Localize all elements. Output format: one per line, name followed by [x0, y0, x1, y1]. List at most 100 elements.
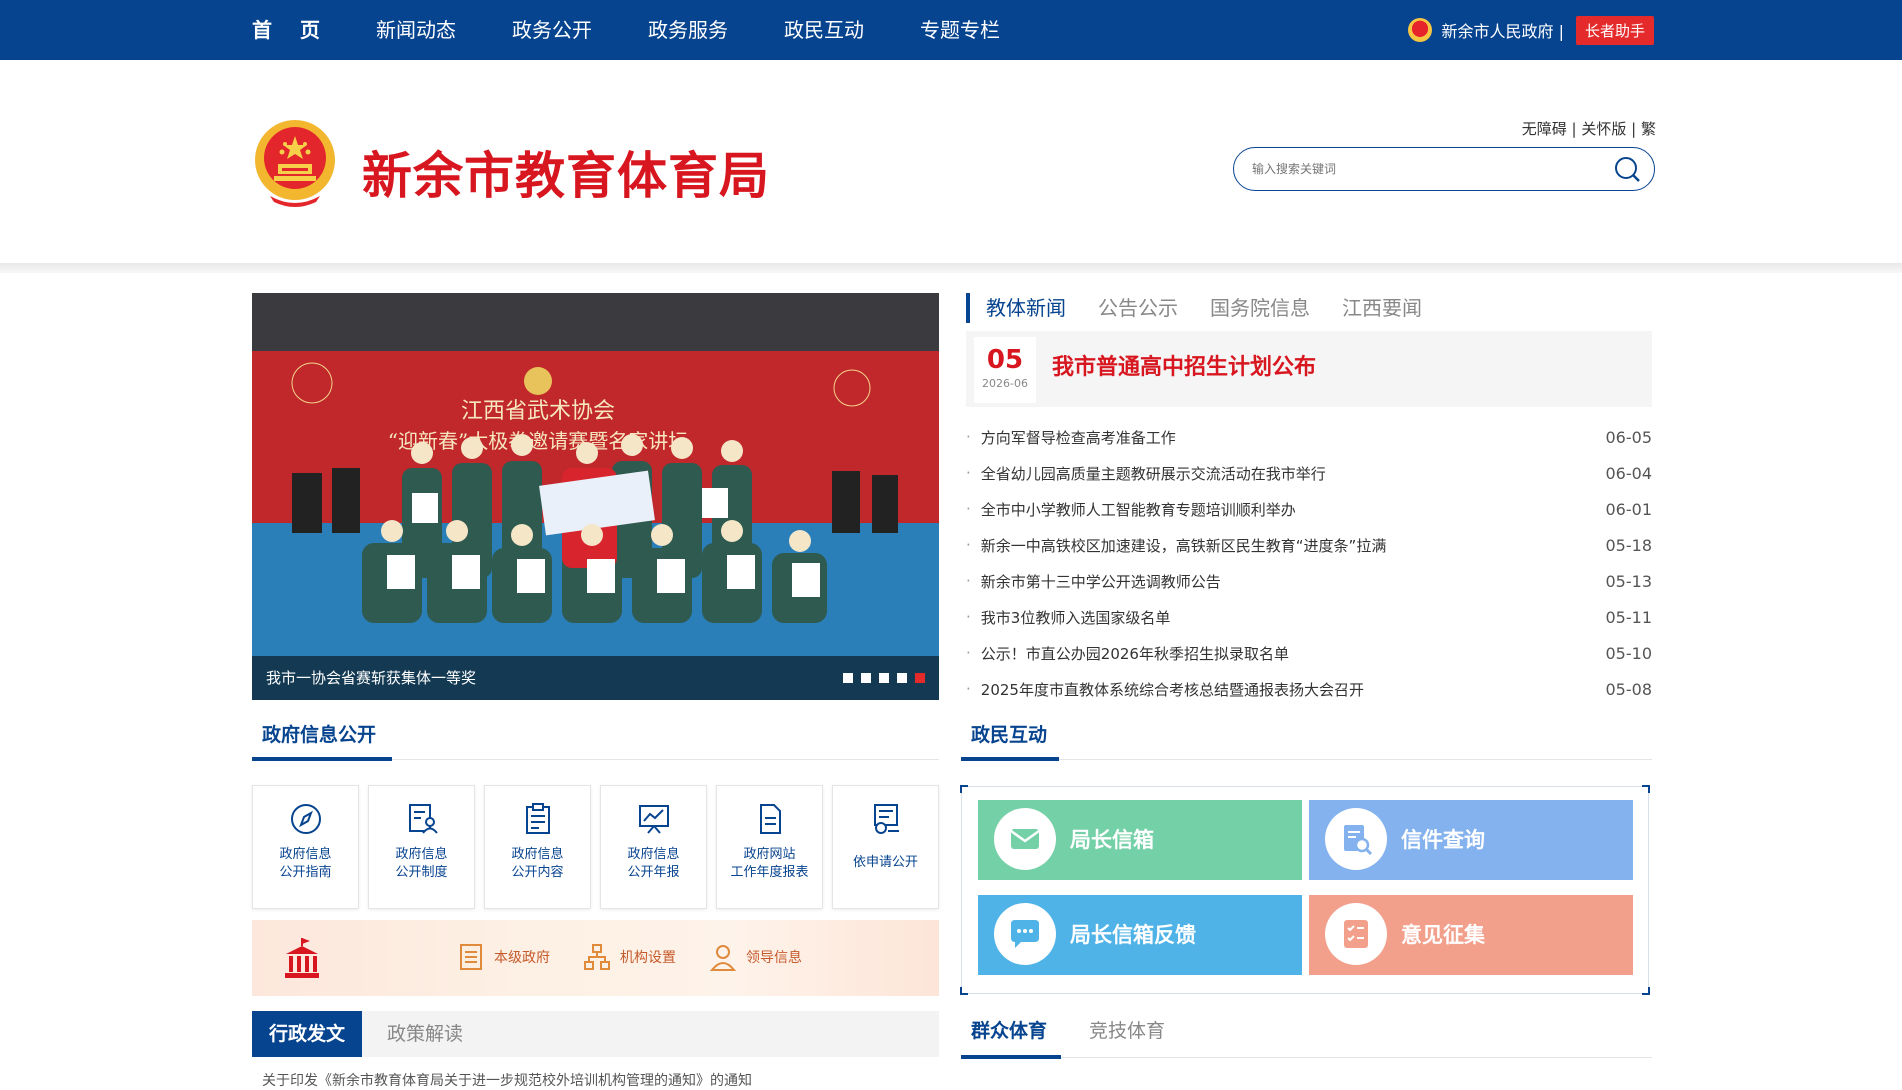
tab-announcements[interactable]: 公告公示 — [1098, 293, 1178, 323]
nav-item-gov-service[interactable]: 政务服务 — [648, 0, 728, 60]
local-government-link[interactable]: 本级政府 — [456, 942, 550, 972]
leader-info-link[interactable]: 领导信息 — [708, 942, 802, 972]
city-gov-link[interactable]: 新余市人民政府 | — [1442, 18, 1564, 42]
mailbox-feedback-tile[interactable]: 局长信箱反馈 — [978, 895, 1302, 975]
card-label-line1: 政府信息 — [627, 847, 680, 862]
nav-item-interaction[interactable]: 政民互动 — [784, 0, 864, 60]
news-title[interactable]: 方向军督导检查高考准备工作 — [981, 427, 1596, 448]
nav-item-gov-open[interactable]: 政务公开 — [512, 0, 592, 60]
tab-competitive-sports[interactable]: 竞技体育 — [1089, 1016, 1165, 1043]
news-list: · 方向军督导检查高考准备工作 06-05 · 全省幼儿园高质量主题教研展示交流活动在… — [966, 419, 1652, 707]
opinion-collection-tile[interactable]: 意见征集 — [1309, 895, 1633, 975]
news-date: 06-01 — [1605, 499, 1653, 519]
slide-dot[interactable] — [843, 673, 853, 683]
tab-state-council[interactable]: 国务院信息 — [1210, 293, 1310, 323]
section-underline — [252, 757, 392, 761]
news-date: 05-10 — [1605, 643, 1653, 663]
tab-mass-sports[interactable]: 群众体育 — [971, 1016, 1047, 1043]
elder-helper-button[interactable]: 长者助手 — [1575, 15, 1654, 45]
news-item[interactable]: · 公示！市直公办园2026年秋季招生拟录取名单 05-10 — [966, 635, 1652, 671]
gov-org-strip: 本级政府 机构设置 领导信息 — [252, 920, 939, 996]
tile-icon-circle — [1325, 903, 1387, 965]
file-icon — [759, 804, 781, 834]
news-item[interactable]: · 新余一中高铁校区加速建设，高铁新区民生教育“进度条”拉满 05-18 — [966, 527, 1652, 563]
gov-info-card[interactable]: 政府信息 公开年报 — [600, 785, 707, 909]
card-label: 政府信息 公开指南 — [253, 846, 358, 882]
search-icon[interactable] — [1612, 154, 1642, 184]
org-chart-icon — [584, 944, 610, 970]
slide-dot[interactable] — [879, 673, 889, 683]
bullet-dot: · — [966, 608, 971, 626]
news-date: 06-05 — [1605, 427, 1653, 447]
news-item[interactable]: · 新余市第十三中学公开选调教师公告 05-13 — [966, 563, 1652, 599]
nav-item-special[interactable]: 专题专栏 — [920, 0, 1000, 60]
tab-jiangxi-news[interactable]: 江西要闻 — [1342, 293, 1422, 323]
corner-mark — [960, 785, 968, 793]
top-nav-bar: 首页 新闻动态 政务公开 政务服务 政民互动 专题专栏 新余市人民政府 | 长者… — [0, 0, 1902, 69]
tab-admin-documents[interactable]: 行政发文 — [252, 1011, 362, 1057]
bullet-dot: · — [966, 572, 971, 590]
government-building-icon — [285, 938, 319, 978]
gov-info-card[interactable]: 政府网站 工作年度报表 — [716, 785, 823, 909]
slide-dot[interactable] — [897, 673, 907, 683]
news-slideshow[interactable]: 江西省武术协会 “迎新春”太极拳邀请赛暨名家讲坛 我市一协会省赛斩获集体一等奖 — [252, 293, 939, 700]
news-title[interactable]: 我市3位教师入选国家级名单 — [981, 607, 1596, 628]
section-underline — [961, 1055, 1061, 1059]
org-structure-link[interactable]: 机构设置 — [582, 942, 676, 972]
card-label-line1: 政府网站 — [743, 847, 796, 862]
document-person-icon — [408, 804, 438, 834]
slide-dot-active[interactable] — [915, 673, 925, 683]
document-list-item[interactable]: 关于印发《新余市教育体育局关于进一步规范校外培训机构管理的通知》的通知 — [262, 1070, 752, 1090]
national-emblem-logo — [255, 120, 335, 207]
card-label-line2: 公开年报 — [627, 865, 680, 880]
news-title[interactable]: 2025年度市直教体系统综合考核总结暨通报表扬大会召开 — [981, 679, 1596, 700]
news-title[interactable]: 新余一中高铁校区加速建设，高铁新区民生教育“进度条”拉满 — [981, 535, 1596, 556]
card-label: 政府信息 公开制度 — [369, 846, 474, 882]
news-item[interactable]: · 2025年度市直教体系统综合考核总结暨通报表扬大会召开 05-08 — [966, 671, 1652, 707]
gov-info-title[interactable]: 政府信息公开 — [262, 720, 376, 747]
traditional-chinese-link[interactable]: 繁 — [1641, 120, 1656, 138]
news-item[interactable]: · 全市中小学教师人工智能教育专题培训顺利举办 06-01 — [966, 491, 1652, 527]
accessibility-link[interactable]: 无障碍 — [1522, 120, 1567, 138]
nav-item-news[interactable]: 新闻动态 — [376, 0, 456, 60]
news-title[interactable]: 新余市第十三中学公开选调教师公告 — [981, 571, 1596, 592]
sports-header: 群众体育 竞技体育 — [961, 1008, 1652, 1059]
section-underline — [961, 757, 1059, 761]
news-title[interactable]: 全市中小学教师人工智能教育专题培训顺利举办 — [981, 499, 1596, 520]
news-date: 05-11 — [1605, 607, 1653, 627]
headline-news[interactable]: 05 2026-06 我市普通高中招生计划公布 — [966, 331, 1652, 407]
director-mailbox-tile[interactable]: 局长信箱 — [978, 800, 1302, 880]
accessibility-links: 无障碍 | 关怀版 | 繁 — [1521, 120, 1656, 138]
card-label-line2: 公开内容 — [511, 865, 564, 880]
card-label-line1: 政府信息 — [395, 847, 448, 862]
news-item[interactable]: · 全省幼儿园高质量主题教研展示交流活动在我市举行 06-04 — [966, 455, 1652, 491]
strip-link-label: 领导信息 — [746, 950, 802, 966]
headline-title[interactable]: 我市普通高中招生计划公布 — [1052, 349, 1316, 381]
bullet-dot: · — [966, 536, 971, 554]
news-date: 05-08 — [1605, 679, 1653, 699]
corner-mark — [960, 987, 968, 995]
nav-item-home[interactable]: 首页 — [252, 0, 348, 69]
tab-education-news[interactable]: 教体新闻 — [986, 293, 1066, 323]
tab-policy-interpretation[interactable]: 政策解读 — [387, 1011, 463, 1057]
tile-label: 意见征集 — [1401, 923, 1485, 947]
headline-year-month: 2026-06 — [982, 377, 1028, 390]
news-title[interactable]: 公示！市直公办园2026年秋季招生拟录取名单 — [981, 643, 1596, 664]
card-label-line1: 依申请公开 — [852, 855, 918, 870]
news-item[interactable]: · 我市3位教师入选国家级名单 05-11 — [966, 599, 1652, 635]
slide-dot[interactable] — [861, 673, 871, 683]
letter-query-tile[interactable]: 信件查询 — [1309, 800, 1633, 880]
headline-date: 05 2026-06 — [974, 337, 1036, 403]
news-item[interactable]: · 方向军督导检查高考准备工作 06-05 — [966, 419, 1652, 455]
search-box — [1233, 147, 1655, 191]
interaction-header: 政民互动 — [961, 718, 1652, 761]
news-title[interactable]: 全省幼儿园高质量主题教研展示交流活动在我市举行 — [981, 463, 1596, 484]
gov-info-card[interactable]: 政府信息 公开指南 — [252, 785, 359, 909]
gov-info-card[interactable]: 政府信息 公开制度 — [368, 785, 475, 909]
gov-info-card[interactable]: 政府信息 公开内容 — [484, 785, 591, 909]
care-version-link[interactable]: 关怀版 — [1581, 120, 1626, 138]
search-input[interactable] — [1252, 158, 1592, 180]
interaction-title[interactable]: 政民互动 — [971, 720, 1047, 747]
bullet-dot: · — [966, 428, 971, 446]
gov-info-card[interactable]: 依申请公开 — [832, 785, 939, 909]
